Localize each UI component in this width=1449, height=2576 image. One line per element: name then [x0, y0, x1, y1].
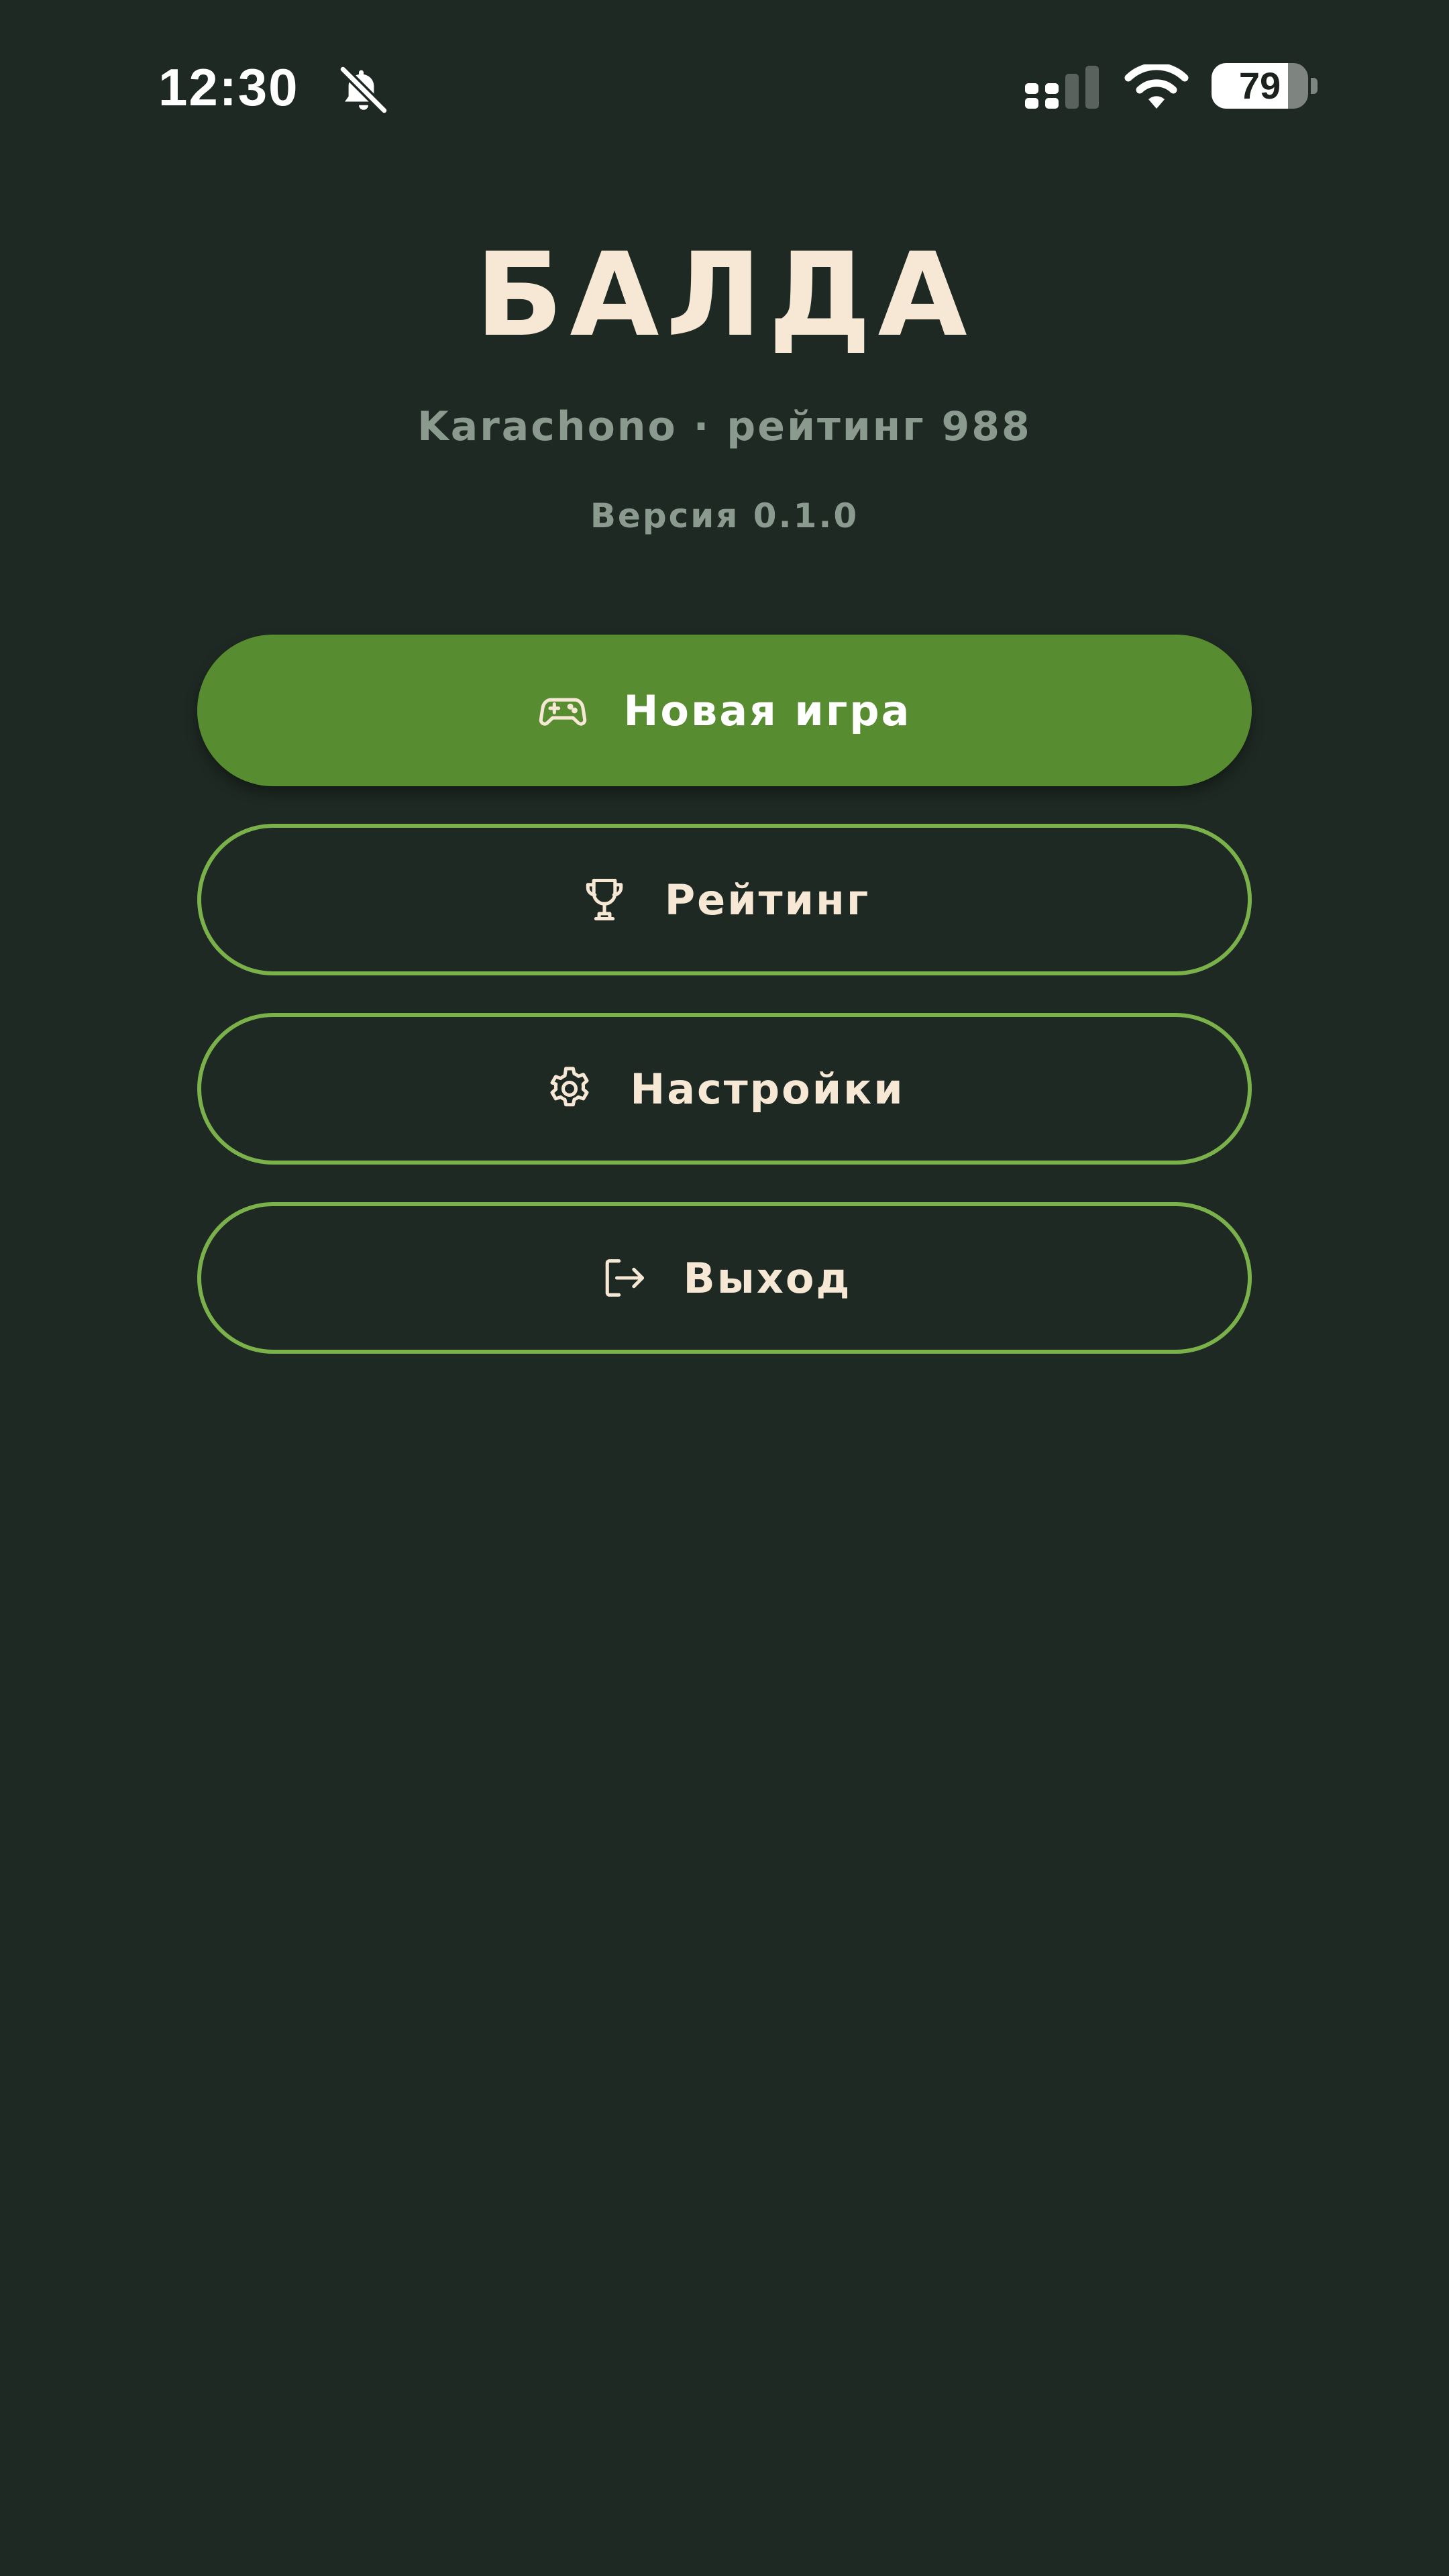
rating-label: Рейтинг: [664, 875, 871, 924]
trophy-icon: [586, 878, 623, 921]
battery-cap: [1311, 78, 1318, 94]
version-text: Версия 0.1.0: [590, 496, 859, 535]
new-game-label: Новая игра: [623, 686, 912, 735]
bell-off-icon: [338, 64, 389, 115]
rating-button[interactable]: Рейтинг: [197, 824, 1252, 975]
wifi-icon: [1124, 64, 1189, 109]
exit-label: Выход: [683, 1253, 852, 1303]
battery-body: 79: [1212, 63, 1308, 109]
battery-indicator: 79: [1212, 63, 1318, 109]
status-bar: 12:30 79: [0, 0, 1449, 174]
status-time: 12:30: [158, 58, 299, 117]
player-info: Karachono · рейтинг 988: [417, 403, 1032, 450]
main-menu: Новая игра Рейтинг Настройки Выход: [197, 635, 1252, 1391]
new-game-button[interactable]: Новая игра: [197, 635, 1252, 786]
cellular-icon: [1025, 66, 1099, 109]
gear-icon: [550, 1067, 589, 1107]
gamepad-icon: [539, 698, 587, 726]
settings-button[interactable]: Настройки: [197, 1013, 1252, 1165]
logout-icon: [605, 1259, 644, 1297]
battery-level: 79: [1238, 64, 1281, 107]
settings-label: Настройки: [630, 1064, 905, 1114]
exit-button[interactable]: Выход: [197, 1202, 1252, 1354]
app-title: БАЛДА: [475, 227, 974, 362]
